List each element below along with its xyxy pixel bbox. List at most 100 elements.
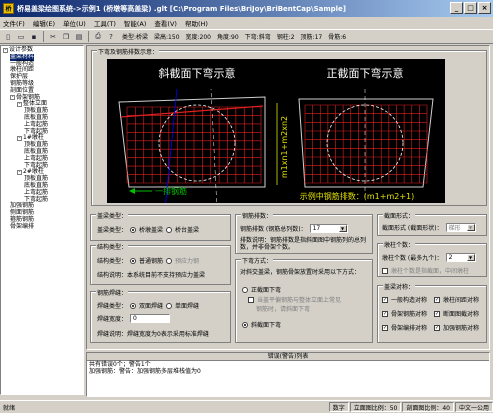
- weld-width-input[interactable]: 0: [130, 314, 171, 323]
- symmetry-checkbox[interactable]: ✓: [434, 324, 440, 331]
- tree-expander-icon[interactable]: -: [17, 136, 22, 142]
- symmetry-option[interactable]: ✓ 墩柱间距对称: [434, 295, 479, 304]
- tree-expander-icon[interactable]: -: [3, 47, 8, 53]
- help-icon[interactable]: ?: [105, 31, 117, 43]
- bend-sub1: 当盖平偏钢筋与整体立面上常见: [257, 297, 342, 304]
- cut-icon[interactable]: ✂: [47, 31, 59, 43]
- rebar-rows-group: 钢筋排数： 钢筋排数 (钢筋总列数)： 17 ▼ 排数说明：钢筋排数是指斜面图中钢…: [235, 211, 373, 254]
- bend-sub2: 钢筋时，请斜面下弯: [256, 306, 311, 313]
- radio-abutment-cap-label[interactable]: 桥台盖梁: [175, 225, 199, 234]
- print-icon[interactable]: ⎙: [92, 31, 104, 43]
- radio-oblique-bend-label[interactable]: 斜截面下弯: [251, 320, 281, 329]
- symmetry-option-label[interactable]: 墩柱间距对称: [443, 295, 479, 304]
- maximize-button[interactable]: □: [464, 2, 477, 14]
- radio-normal-bend[interactable]: [242, 286, 248, 293]
- tree-item-label[interactable]: 骨架编排: [10, 223, 34, 231]
- cap-type-group: 盖梁类型： 盖梁类型： 桥墩盖梁 桥台盖梁: [90, 211, 231, 241]
- pier-count-select[interactable]: 2 ▼: [445, 253, 476, 262]
- radio-pier-cap-label[interactable]: 桥墩盖梁: [139, 225, 163, 234]
- rebar-rows-value: 17: [312, 225, 321, 232]
- tree-item[interactable]: 骨架编排: [1, 223, 83, 231]
- menu-tools[interactable]: 工具(T): [94, 18, 116, 28]
- menu-edit[interactable]: 编辑(E): [33, 18, 55, 28]
- symmetry-option-label[interactable]: 骨架钢筋对称: [391, 309, 427, 318]
- tree-item[interactable]: 剖面位置: [1, 87, 83, 95]
- symmetry-option[interactable]: ✓ 加强钢筋对称: [434, 323, 479, 332]
- diagram-right-title: 正截面下弯示意: [327, 66, 404, 80]
- symmetry-option-label[interactable]: 一般构造对称: [391, 295, 427, 304]
- radio-single-weld[interactable]: [166, 302, 173, 309]
- radio-oblique-bend[interactable]: [242, 321, 248, 328]
- rebar-diagram: 斜截面下弯示意 正截面下弯示意 m1xn1+m2xn2 一排钢筋 示例中钢筋排数…: [107, 59, 445, 203]
- radio-double-weld[interactable]: [130, 302, 137, 309]
- radio-single-weld-label[interactable]: 单面焊缝: [175, 301, 199, 310]
- app-icon: 桥: [3, 3, 14, 14]
- menu-view[interactable]: 查看(V): [154, 18, 177, 28]
- diagram-rebar-label: 一排钢筋: [155, 186, 187, 196]
- chevron-down-icon[interactable]: ▼: [466, 254, 475, 261]
- menu-smart[interactable]: 智能(A): [124, 18, 147, 28]
- weld-width-label: 焊缝宽度：: [97, 316, 128, 323]
- parameter-tree[interactable]: - 设计参数 盖梁材料 一般构造 墩柱间距 保护层 钢筋等级 剖面位置 - 骨架钢筋 - 整体立面 顶板…: [0, 45, 84, 395]
- weld-title: 钢筋焊缝：: [96, 288, 129, 297]
- struct-type-label: 结构类型：: [97, 258, 128, 265]
- bend-group: 下弯方式： 对斜交盖梁，钢筋骨架放置时采用以下方式： 正截面下弯 当盖平偏钢筋与…: [235, 256, 373, 343]
- open-folder-icon[interactable]: ▭: [15, 31, 27, 43]
- status-lang: 中文一公用: [454, 402, 493, 412]
- minimize-button[interactable]: _: [450, 2, 463, 14]
- weld-type-label: 焊缝类型：: [97, 303, 128, 310]
- symmetry-checkbox[interactable]: ✓: [434, 310, 440, 317]
- radio-normal-bend-label[interactable]: 正截面下弯: [251, 285, 281, 294]
- tree-expander-icon[interactable]: -: [17, 170, 22, 176]
- info-bottom: 骨筋:6: [328, 34, 347, 41]
- symmetry-option[interactable]: ✓ 断面图截对称: [434, 309, 479, 318]
- pier-note-checkbox: [382, 267, 388, 274]
- symmetry-option[interactable]: ✓ 一般构造对称: [382, 295, 427, 304]
- menu-file[interactable]: 文件(F): [3, 18, 25, 28]
- rebar-rows-select[interactable]: 17 ▼: [309, 224, 348, 233]
- new-file-icon[interactable]: ▯: [2, 31, 14, 43]
- section-label: 截面形式 (截面形状)：: [382, 225, 443, 232]
- copy-icon[interactable]: ❐: [60, 31, 72, 43]
- chevron-down-icon[interactable]: ▼: [338, 225, 347, 232]
- radio-normal-rebar-label[interactable]: 普通钢筋: [139, 256, 163, 265]
- symmetry-option-label[interactable]: 骨架编排对称: [391, 323, 427, 332]
- tree-expander-icon[interactable]: -: [10, 95, 15, 101]
- symmetry-option-label[interactable]: 加强钢筋对称: [443, 323, 479, 332]
- info-bend: 下弯:斜弯: [244, 34, 271, 41]
- tree-expander-icon[interactable]: -: [17, 102, 22, 108]
- error-panel: 错误(警告)列表 共有错误0个；警告1个 加强钢筋：警告：加强钢筋多层堆栈值为0: [86, 352, 490, 397]
- menu-unit[interactable]: 单位(U): [63, 18, 86, 28]
- pier-count-value: 2: [448, 254, 453, 261]
- info-pier: 钢柱:2: [276, 34, 295, 41]
- main-panel: 下弯及钢筋排数示意： 斜截面下弯示意 正截面下弯示意 m1xn1+m2xn2 一…: [86, 45, 490, 350]
- paste-icon[interactable]: ▤: [73, 31, 85, 43]
- symmetry-checkbox[interactable]: ✓: [382, 296, 388, 303]
- diagram-example: 示例中钢筋排数：(m1+m2+1): [300, 191, 415, 201]
- symmetry-checkbox[interactable]: ✓: [382, 310, 388, 317]
- symmetry-option[interactable]: ✓ 骨架钢筋对称: [382, 309, 427, 318]
- bend-title: 下弯方式：: [241, 256, 274, 265]
- symmetry-checkbox[interactable]: ✓: [382, 324, 388, 331]
- radio-double-weld-label[interactable]: 双面焊缝: [139, 301, 163, 310]
- param-summary: 类型:桥梁 梁高:150 宽度:200 角度:90 下弯:斜弯 钢柱:2 顶筋:…: [122, 32, 346, 41]
- pier-count-label: 墩柱个数 (最多九个)：: [382, 255, 443, 262]
- save-icon[interactable]: ▪: [28, 31, 40, 43]
- status-mode: 数字: [328, 402, 349, 412]
- symmetry-checkbox[interactable]: ✓: [434, 296, 440, 303]
- rebar-rows-note: 排数说明：钢筋排数是指斜面图中钢筋列的总列数，并非骨架个数。: [240, 237, 367, 251]
- info-width: 宽度:200: [185, 34, 211, 41]
- close-button[interactable]: ×: [478, 2, 491, 14]
- radio-normal-rebar[interactable]: [130, 257, 137, 264]
- status-sect-scale: 剖面图比例：40: [402, 402, 454, 412]
- toolbar: ▯ ▭ ▪ ✂ ❐ ▤ ⎙ ? 类型:桥梁 梁高:150 宽度:200 角度:9…: [0, 29, 493, 44]
- radio-prestress-label: 预应力钢: [175, 258, 200, 265]
- radio-pier-cap[interactable]: [130, 226, 137, 233]
- symmetry-option-label[interactable]: 断面图截对称: [443, 309, 479, 318]
- symmetry-option[interactable]: ✓ 骨架编排对称: [382, 323, 427, 332]
- menu-help[interactable]: 帮助(H): [185, 18, 208, 28]
- diagram-formula: m1xn1+m2xn2: [280, 116, 289, 178]
- bend-sub-checkbox: [248, 296, 254, 303]
- radio-abutment-cap[interactable]: [166, 226, 173, 233]
- error-line[interactable]: 加强钢筋：警告：加强钢筋多层堆栈值为0: [87, 368, 489, 375]
